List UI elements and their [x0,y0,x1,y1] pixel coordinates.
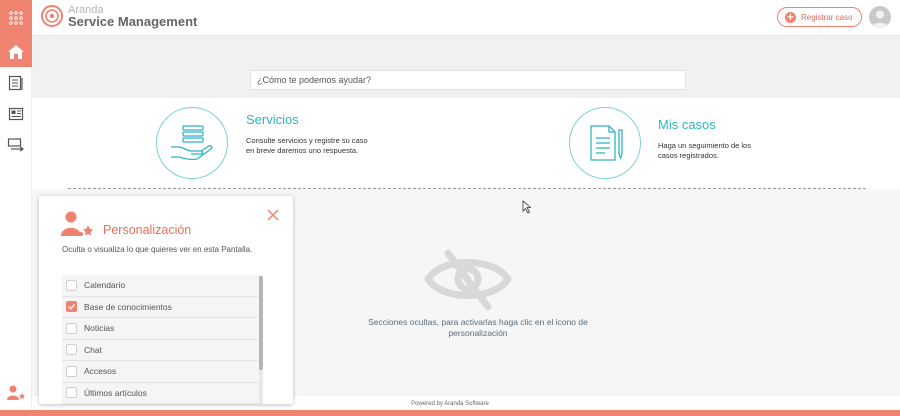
user-settings-icon [7,385,25,400]
register-case-label: Registrar caso [801,12,853,22]
sidebar-item-home[interactable] [0,36,32,67]
services-title[interactable]: Servicios [246,112,299,127]
option-label: Calendario [84,280,126,291]
mouse-cursor-icon [522,200,532,214]
device-transfer-icon [7,137,25,151]
hidden-sections-message: Secciones ocultas, para activarlas haga … [368,317,588,338]
bottom-accent-bar [0,410,900,416]
plus-icon: + [785,11,796,23]
aranda-logo-icon [41,5,63,27]
option-chat[interactable]: Chat [62,339,260,361]
user-avatar[interactable] [869,6,891,28]
document-pen-icon [590,125,623,161]
user-settings-icon [61,211,93,237]
option-label: Chat [84,344,102,355]
services-description: Consulte servicios y registre su caso en… [246,136,368,155]
search-input[interactable]: ¿Cómo te podemos ayudar? [250,70,686,90]
brand-name-bottom: Service Management [68,14,198,29]
checkbox[interactable] [66,322,77,334]
user-silhouette-icon [872,10,888,28]
personalization-description: Oculta o visualiza lo que quieres ver en… [62,245,253,254]
article-list-icon [8,75,23,90]
footer-powered-by: Powered by Aranda Software [411,401,489,407]
option-label: Últimos artículos [84,387,147,398]
register-case-button[interactable]: + Registrar caso [777,7,862,27]
option-noticias[interactable]: Noticias [62,318,260,340]
eye-slash-icon [424,249,512,311]
my-cases-title[interactable]: Mis casos [658,117,716,132]
grid-icon [9,11,23,25]
top-bar: Aranda Service Management + Registrar ca… [0,0,900,36]
checkbox[interactable] [66,387,77,399]
sidebar-personalization-button[interactable] [0,378,32,408]
my-cases-description: Haga un seguimiento de los casos registr… [658,141,751,160]
checkbox[interactable] [66,279,77,291]
option-calendario[interactable]: Calendario [62,275,260,297]
personalization-options: Calendario Base de conocimientos Noticia… [62,275,260,404]
option-label: Noticias [84,323,115,334]
option-accesos[interactable]: Accesos [62,361,260,383]
option-ultimos-articulos[interactable]: Últimos artículos [62,382,260,404]
sidebar-item-devices[interactable] [0,129,32,160]
my-cases-card-icon[interactable] [569,107,641,179]
newspaper-icon [8,107,24,120]
services-card-icon[interactable] [156,107,228,179]
sidebar-item-news[interactable] [0,98,32,129]
service-hand-icon [171,125,213,161]
options-scrollbar-thumb[interactable] [259,276,263,370]
checkbox-checked[interactable] [66,301,77,313]
checkmark-icon [68,304,76,311]
checkbox[interactable] [66,365,77,377]
left-sidebar [0,36,32,416]
sidebar-item-articles[interactable] [0,67,32,98]
personalization-title: Personalización [103,223,192,237]
option-base-de-conocimientos[interactable]: Base de conocimientos [62,296,260,318]
brand: Aranda Service Management [40,4,197,28]
home-icon [8,44,24,59]
personalization-panel: Personalización Oculta o visualiza lo qu… [39,196,293,404]
checkbox[interactable] [66,344,77,356]
app-grid-button[interactable] [0,0,32,36]
search-hero: ¿Cómo te podemos ayudar? [32,36,900,98]
close-icon[interactable] [266,208,280,222]
option-label: Base de conocimientos [84,301,172,312]
option-label: Accesos [84,366,117,377]
